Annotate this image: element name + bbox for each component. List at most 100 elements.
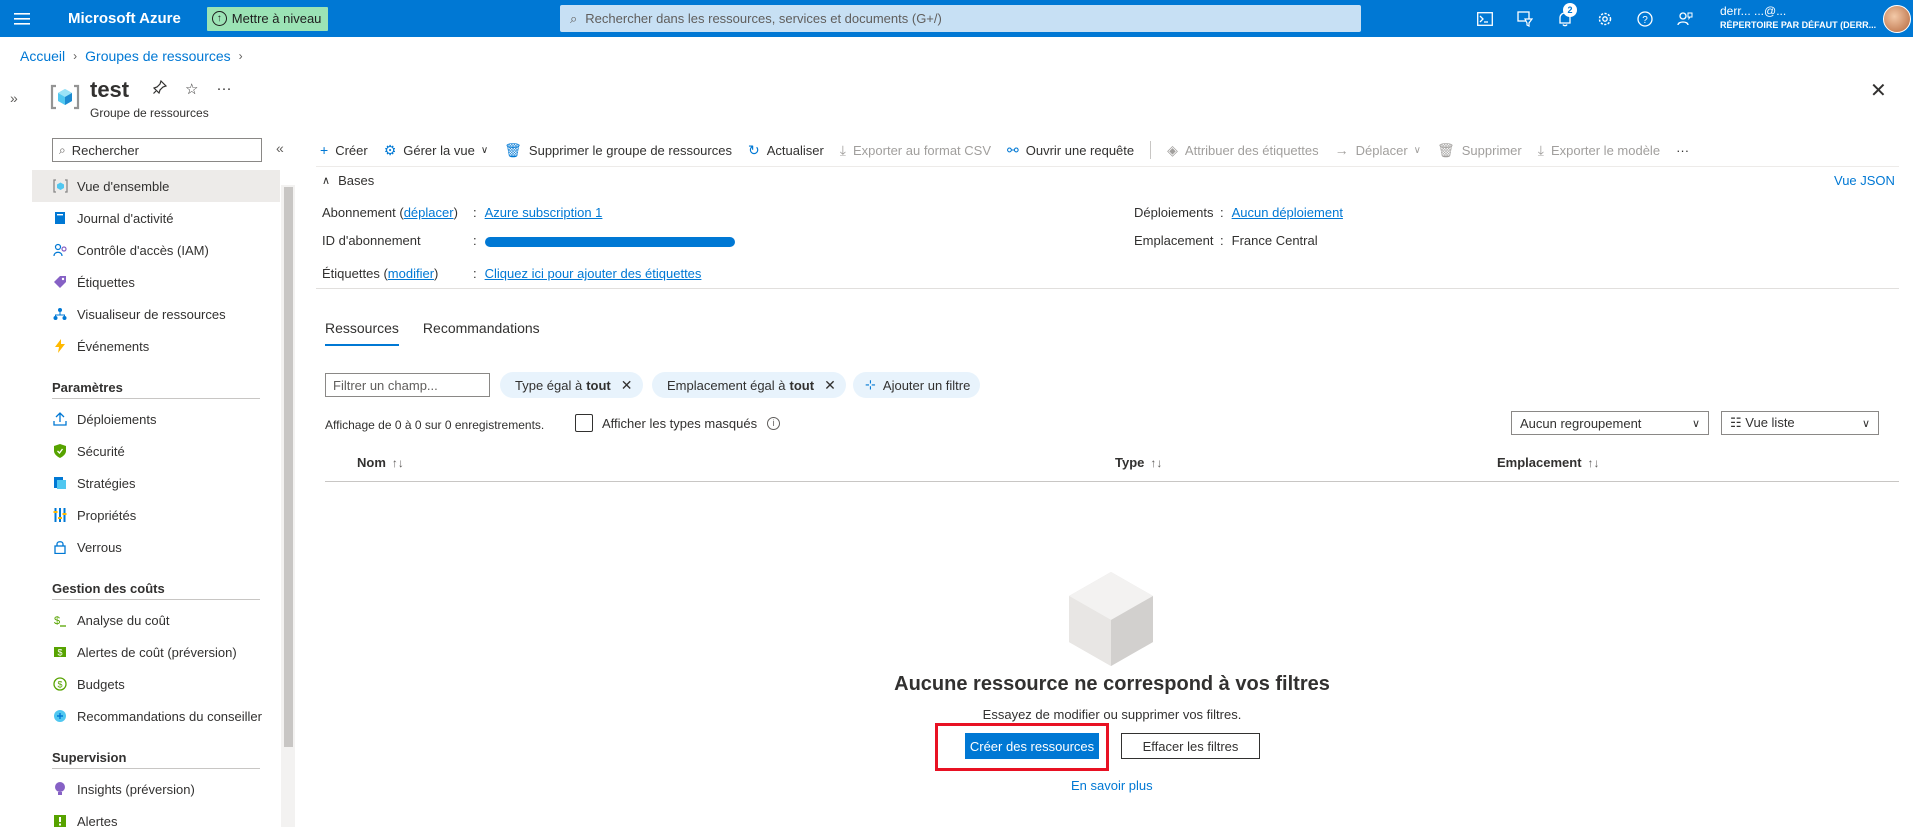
sidebar-scrollbar[interactable] bbox=[281, 185, 295, 827]
settings-gear-icon[interactable] bbox=[1585, 0, 1625, 37]
chevron-up-icon: ∧ bbox=[322, 175, 331, 187]
add-filter-label: Ajouter un filtre bbox=[882, 377, 971, 393]
open-query-button[interactable]: ⚯ Ouvrir une requête bbox=[1007, 142, 1134, 159]
close-icon[interactable]: ✕ bbox=[621, 377, 633, 394]
type-filter-value: tout bbox=[586, 377, 611, 393]
sidebar-item-label: Propriétés bbox=[77, 507, 137, 523]
account-info[interactable]: derr... ...@... RÉPERTOIRE PAR DÉFAUT (D… bbox=[1720, 4, 1888, 30]
breadcrumb: Accueil › Groupes de ressources › bbox=[20, 48, 251, 64]
location-filter-pill[interactable]: Emplacement égal à tout ✕ bbox=[652, 372, 846, 398]
filter-field-input[interactable]: Filtrer un champ... bbox=[325, 373, 490, 397]
show-hidden-types-label: Afficher les types masqués bbox=[602, 415, 758, 431]
grouping-select[interactable]: Aucun regroupement ∨ bbox=[1511, 411, 1709, 435]
sidebar-item-locks[interactable]: Verrous bbox=[32, 531, 280, 563]
sidebar-section-title: Paramètres bbox=[52, 380, 123, 395]
sidebar-item-properties[interactable]: Propriétés bbox=[32, 499, 280, 531]
arrow-right-icon: → bbox=[1334, 142, 1349, 158]
delete-group-button[interactable]: 🗑 Supprimer le groupe de ressources bbox=[504, 142, 732, 159]
sidebar-item-cost-alerts[interactable]: $ Alertes de coût (préversion) bbox=[32, 636, 280, 668]
sidebar-item-activity-log[interactable]: Journal d'activité bbox=[32, 202, 280, 234]
show-hidden-types-toggle[interactable]: Afficher les types masqués i bbox=[575, 414, 781, 432]
view-mode-select[interactable]: ☷ Vue liste ∨ bbox=[1721, 411, 1879, 435]
search-icon: ⌕ bbox=[570, 10, 578, 26]
sidebar-item-cost-analysis[interactable]: $ Analyse du coût bbox=[32, 604, 280, 636]
divider bbox=[316, 166, 1899, 167]
pin-icon[interactable] bbox=[152, 79, 168, 98]
scrollbar-thumb[interactable] bbox=[284, 187, 293, 747]
empty-state-title: Aucune ressource ne correspond à vos fil… bbox=[894, 673, 1330, 695]
manage-view-button[interactable]: ⚙ Gérer la vue ∨ bbox=[384, 142, 488, 159]
sidebar-item-iam[interactable]: Contrôle d'accès (IAM) bbox=[32, 234, 280, 266]
cloud-shell-icon[interactable] bbox=[1465, 0, 1505, 37]
svg-text:$: $ bbox=[54, 615, 60, 627]
clear-filters-button[interactable]: Effacer les filtres bbox=[1121, 733, 1260, 759]
sidebar-item-tags[interactable]: Étiquettes bbox=[32, 266, 280, 298]
menu-icon[interactable] bbox=[0, 0, 46, 37]
export-csv-button[interactable]: ⤓ Exporter au format CSV bbox=[840, 142, 991, 159]
search-icon: ⌕ bbox=[59, 142, 66, 157]
collapse-sidebar-icon[interactable]: « bbox=[276, 140, 284, 156]
divider bbox=[52, 398, 260, 399]
lightning-icon bbox=[52, 338, 68, 354]
sidebar-item-policies[interactable]: Stratégies bbox=[32, 467, 280, 499]
deployments-link[interactable]: Aucun déploiement bbox=[1232, 205, 1343, 220]
assign-tags-button[interactable]: ◈ Attribuer des étiquettes bbox=[1167, 142, 1318, 159]
create-button[interactable]: + Créer bbox=[320, 142, 368, 158]
expand-panel-icon[interactable]: » bbox=[10, 90, 18, 106]
hierarchy-icon bbox=[52, 306, 68, 322]
column-header-type[interactable]: Type ↑↓ bbox=[1115, 455, 1162, 470]
essentials-toggle[interactable]: ∧ Bases bbox=[322, 173, 374, 188]
tab-recommendations[interactable]: Recommandations bbox=[423, 320, 540, 346]
add-tags-link[interactable]: Cliquez ici pour ajouter des étiquettes bbox=[485, 266, 702, 281]
feedback-icon[interactable] bbox=[1665, 0, 1705, 37]
sidebar-item-events[interactable]: Événements bbox=[32, 330, 280, 362]
directory-filter-icon[interactable] bbox=[1505, 0, 1545, 37]
subscription-label-group: Abonnement (déplacer) bbox=[322, 205, 458, 220]
subscription-link[interactable]: Azure subscription 1 bbox=[485, 205, 603, 220]
refresh-button[interactable]: ↻ Actualiser bbox=[748, 142, 824, 159]
sidebar-search-input[interactable]: ⌕ Rechercher bbox=[52, 138, 262, 162]
tab-resources[interactable]: Ressources bbox=[325, 320, 399, 346]
sidebar-item-overview[interactable]: Vue d'ensemble bbox=[32, 170, 280, 202]
query-icon: ⚯ bbox=[1007, 141, 1019, 158]
global-search-input[interactable]: ⌕ Rechercher dans les ressources, servic… bbox=[560, 5, 1361, 32]
breadcrumb-resource-groups-link[interactable]: Groupes de ressources bbox=[85, 48, 231, 64]
upgrade-button[interactable]: ↑ Mettre à niveau bbox=[206, 6, 329, 31]
star-icon[interactable]: ☆ bbox=[185, 80, 198, 98]
help-icon[interactable]: ? bbox=[1625, 0, 1665, 37]
export-template-button[interactable]: ⤓ Exporter le modèle bbox=[1538, 142, 1660, 159]
more-actions-button[interactable]: ··· bbox=[1676, 143, 1689, 158]
move-button[interactable]: → Déplacer ∨ bbox=[1335, 142, 1421, 158]
sidebar-item-alerts[interactable]: Alertes bbox=[32, 805, 280, 827]
sidebar-item-resource-visualizer[interactable]: Visualiseur de ressources bbox=[32, 298, 280, 330]
info-icon[interactable]: i bbox=[767, 416, 781, 430]
records-count: Affichage de 0 à 0 sur 0 enregistrements… bbox=[325, 418, 545, 432]
sidebar-item-insights[interactable]: Insights (préversion) bbox=[32, 773, 280, 805]
modify-tags-link[interactable]: modifier bbox=[388, 266, 434, 281]
export-csv-label: Exporter au format CSV bbox=[853, 142, 991, 158]
sidebar-section-title: Gestion des coûts bbox=[52, 581, 165, 596]
json-view-link[interactable]: Vue JSON bbox=[1834, 173, 1895, 188]
sidebar-item-security[interactable]: Sécurité bbox=[32, 435, 280, 467]
more-icon[interactable]: ··· bbox=[216, 80, 231, 98]
type-filter-pill[interactable]: Type égal à tout ✕ bbox=[500, 372, 643, 398]
download-icon: ⤓ bbox=[1537, 141, 1544, 158]
delete-button[interactable]: 🗑 Supprimer bbox=[1437, 142, 1522, 159]
move-subscription-link[interactable]: déplacer bbox=[404, 205, 454, 220]
column-header-location[interactable]: Emplacement ↑↓ bbox=[1497, 455, 1600, 470]
tags-row: Étiquettes (modifier) : Cliquez ici pour… bbox=[322, 266, 701, 281]
avatar[interactable] bbox=[1883, 5, 1911, 33]
close-icon[interactable]: ✕ bbox=[1870, 78, 1887, 103]
location-filter-value: tout bbox=[789, 377, 815, 393]
notifications-icon[interactable]: 2 bbox=[1545, 0, 1585, 37]
breadcrumb-home-link[interactable]: Accueil bbox=[20, 48, 65, 64]
close-icon[interactable]: ✕ bbox=[824, 377, 836, 394]
brand-title[interactable]: Microsoft Azure bbox=[68, 10, 181, 27]
sidebar-item-deployments[interactable]: Déploiements bbox=[32, 403, 280, 435]
create-resources-button[interactable]: Créer des ressources bbox=[965, 733, 1099, 759]
cost-alert-icon: $ bbox=[52, 644, 68, 660]
learn-more-link[interactable]: En savoir plus bbox=[1071, 778, 1153, 793]
column-header-name[interactable]: Nom ↑↓ bbox=[357, 455, 404, 470]
add-filter-button[interactable]: ⊹ Ajouter un filtre bbox=[853, 372, 981, 398]
show-hidden-types-checkbox[interactable] bbox=[575, 414, 593, 432]
